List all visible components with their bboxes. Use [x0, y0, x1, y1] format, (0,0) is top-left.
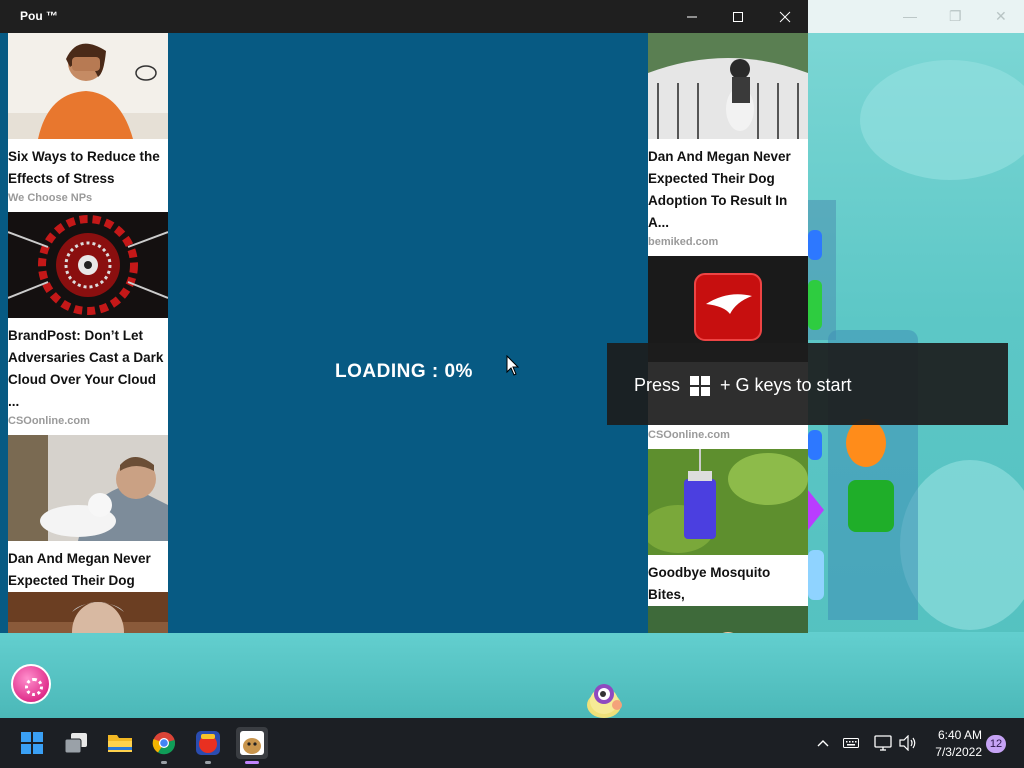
loading-status: LOADING : 0% — [335, 361, 473, 382]
ad-image-man-portrait — [8, 592, 168, 633]
mouse-cursor-icon — [506, 355, 520, 376]
show-hidden-icons-button[interactable] — [812, 718, 834, 768]
file-explorer-button[interactable] — [104, 727, 136, 759]
background-blob — [900, 460, 1024, 630]
ad-headline[interactable]: Six Ways to Reduce the Effects of Stress — [8, 144, 168, 190]
clock-time: 6:40 AM — [937, 728, 982, 742]
ad-headline[interactable]: Goodbye Mosquito Bites, — [648, 560, 808, 606]
speaker-icon — [899, 735, 916, 751]
window-title-bar[interactable]: Pou ™ — [0, 0, 808, 33]
ad-image-woman-forest — [648, 606, 808, 633]
windows-key-icon — [690, 375, 711, 396]
pou-app-window: Pou ™ Six Ways to Reduce the Effects of … — [0, 0, 808, 633]
toast-text-prefix: Press — [634, 375, 681, 395]
ad-column-right: Dan And Megan Never Expected Their Dog A… — [648, 33, 808, 633]
network-button[interactable] — [872, 718, 894, 768]
ad-source: bemiked.com — [648, 236, 719, 248]
maximize-button[interactable] — [715, 0, 761, 33]
ad-image-mosquito-lamp — [648, 449, 808, 555]
clock[interactable]: 6:40 AM 7/3/2022 — [926, 727, 982, 761]
task-view-button[interactable] — [60, 727, 92, 759]
ad-card[interactable] — [8, 592, 168, 633]
candy-crush-button[interactable] — [192, 727, 224, 764]
ad-card[interactable]: Dan And Megan Never Expected Their Dog A… — [648, 33, 808, 256]
ad-card[interactable]: Six Ways to Reduce the Effects of Stress… — [8, 33, 168, 212]
ad-card[interactable]: Dan And Megan Never Expected Their Dog — [8, 435, 168, 592]
keyboard-icon — [843, 738, 859, 748]
keyboard-button[interactable] — [840, 718, 862, 768]
ad-image-cyber-eye — [8, 212, 168, 318]
file-explorer-icon — [108, 735, 132, 752]
chrome-icon — [152, 732, 176, 755]
background-restore-icon: ❐ — [949, 8, 962, 24]
running-indicator — [161, 761, 167, 764]
task-view-icon — [64, 733, 87, 754]
background-blob — [860, 60, 1024, 180]
active-indicator — [245, 761, 259, 764]
game-bar-toast: Press + G keys to start — [607, 343, 1008, 425]
settings-gear-icon[interactable] — [11, 664, 51, 704]
background-close-icon: ✕ — [995, 8, 1007, 24]
toast-text-suffix: + G keys to start — [720, 375, 852, 395]
close-button[interactable] — [762, 0, 808, 33]
close-icon — [779, 11, 791, 22]
candy-crush-icon — [196, 731, 220, 755]
background-minimize-icon: — — [903, 8, 917, 24]
minimize-button[interactable] — [669, 0, 715, 33]
pou-character-icon[interactable] — [584, 681, 624, 719]
ad-source: We Choose NPs — [8, 192, 93, 204]
ad-source: CSOonline.com — [648, 429, 730, 441]
pou-taskbar-button[interactable] — [236, 727, 268, 764]
game-ground-strip — [0, 632, 1024, 718]
windows-start-icon — [21, 732, 43, 754]
volume-button[interactable] — [897, 718, 919, 768]
ad-image-stressed-woman — [8, 33, 168, 139]
ad-image-man-with-dog — [8, 435, 168, 541]
minimize-icon — [687, 16, 697, 17]
ad-headline[interactable]: Dan And Megan Never Expected Their Dog — [8, 546, 168, 592]
ad-card[interactable]: Goodbye Mosquito Bites, — [648, 449, 808, 606]
ad-card[interactable]: BrandPost: Don’t Let Adversaries Cast a … — [8, 212, 168, 435]
ad-column-left: Six Ways to Reduce the Effects of Stress… — [8, 33, 168, 633]
ad-source: CSOonline.com — [8, 415, 90, 427]
maximize-icon — [733, 11, 743, 22]
pou-icon — [240, 731, 264, 755]
ad-headline[interactable]: Dan And Megan Never Expected Their Dog A… — [648, 144, 808, 234]
chevron-up-icon — [817, 740, 829, 747]
ad-headline[interactable]: BrandPost: Don’t Let Adversaries Cast a … — [8, 323, 168, 413]
game-canvas[interactable]: Six Ways to Reduce the Effects of Stress… — [0, 33, 808, 633]
start-button[interactable] — [16, 727, 48, 759]
chrome-button[interactable] — [148, 727, 180, 764]
network-icon — [874, 735, 892, 751]
notification-badge[interactable]: 12 — [986, 735, 1006, 753]
running-indicator — [205, 761, 211, 764]
window-title: Pou ™ — [20, 9, 58, 23]
ad-card[interactable] — [648, 606, 808, 633]
clock-date: 7/3/2022 — [935, 745, 982, 759]
ad-image-dog-on-porch — [648, 33, 808, 139]
taskbar: 6:40 AM 7/3/2022 — [0, 718, 1024, 768]
